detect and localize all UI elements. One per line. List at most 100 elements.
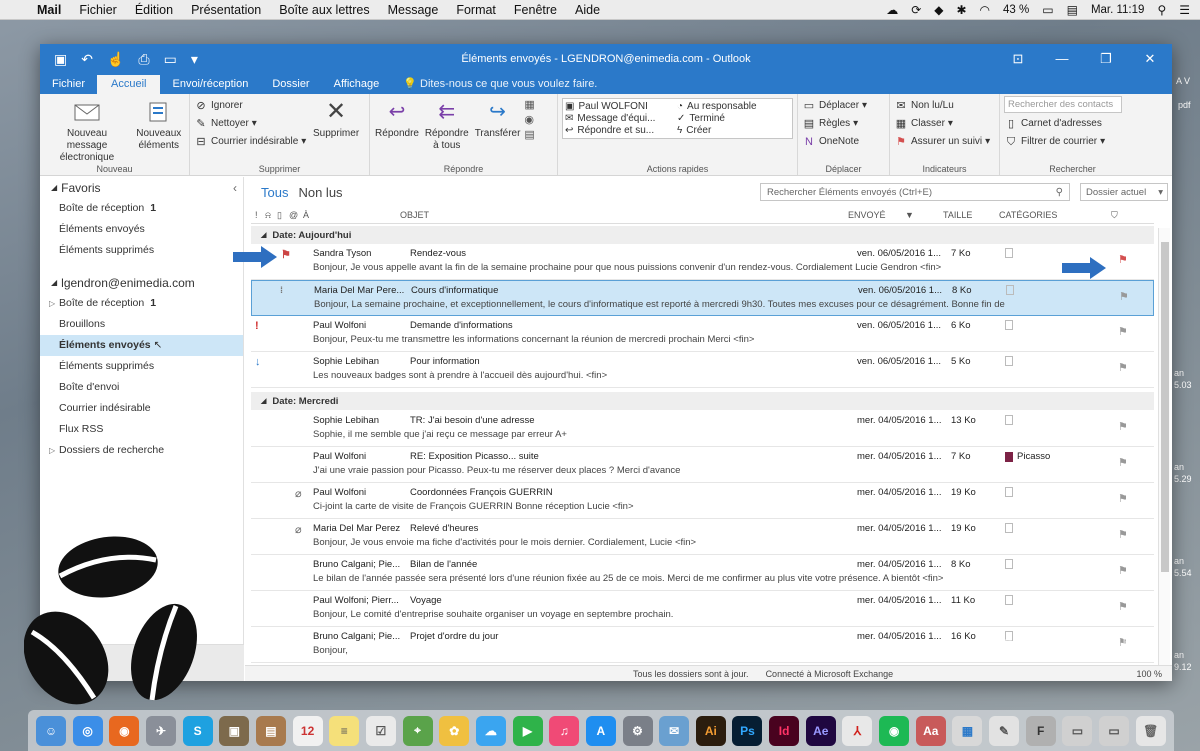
spotify-icon[interactable]: ◉ [879, 715, 910, 746]
window-icon[interactable]: ▭ [164, 51, 177, 68]
folder-drafts[interactable]: Brouillons [40, 314, 243, 335]
folder-search[interactable]: ▷ Dossiers de recherche [40, 440, 243, 461]
row-category[interactable] [1006, 285, 1106, 295]
row-category[interactable]: Picasso [1005, 451, 1105, 462]
dictionary-icon[interactable]: Aa [915, 715, 946, 746]
folder-fav-sent[interactable]: Éléments envoyés [40, 219, 243, 240]
tab-fichier[interactable]: Fichier [40, 75, 97, 94]
message-list-scrollbar[interactable] [1158, 228, 1170, 666]
collapse-pane-icon[interactable]: ‹ [233, 178, 243, 198]
indesign-icon[interactable]: Id [769, 715, 800, 746]
menu-edition[interactable]: Édition [126, 3, 182, 17]
addressbook-button[interactable]: ▯ Carnet d'adresses [1004, 116, 1105, 132]
reply-button[interactable]: ↩ Répondre [374, 96, 420, 142]
folder-fav-inbox[interactable]: Boîte de réception 1 [40, 198, 243, 219]
folder-deleted[interactable]: Éléments supprimés [40, 356, 243, 377]
quick-step-equipe[interactable]: ✉ Message d'équi... [565, 113, 675, 124]
fontbook-icon[interactable]: F [1025, 715, 1056, 746]
table-row[interactable]: Sophie Lebihan TR: J'ai besoin d'une adr… [251, 411, 1154, 447]
preview-icon[interactable]: ▣ [219, 715, 250, 746]
search-contacts-input[interactable]: Rechercher des contacts [1004, 96, 1122, 113]
row-category[interactable] [1005, 559, 1105, 569]
table-row[interactable]: ⚑ Sandra Tyson Rendez-vous ven. 06/05/20… [251, 244, 1154, 280]
restore-icon[interactable]: ❐ [1084, 51, 1128, 67]
table-row[interactable]: ⁞ Maria Del Mar Pere... Cours d'informat… [251, 280, 1154, 316]
screenshot-icon[interactable]: ▭ [1062, 715, 1093, 746]
reminders-icon[interactable]: ☑ [365, 715, 396, 746]
itunes-icon[interactable]: ♫ [549, 715, 580, 746]
tab-accueil[interactable]: Accueil [97, 75, 161, 94]
search-scope-dropdown[interactable]: Dossier actuel ▾ [1080, 183, 1168, 201]
attachment-col-icon[interactable]: @ [289, 210, 298, 220]
flag-filter-col-icon[interactable]: ⛉ [1111, 210, 1118, 221]
table-row[interactable]: ↓ Sophie Lebihan Pour information ven. 0… [251, 352, 1154, 388]
notification-center-icon[interactable]: ☰ [1179, 3, 1190, 17]
sync-icon[interactable]: ⟳ [911, 3, 921, 17]
messages-icon[interactable]: ☁ [475, 715, 506, 746]
row-category[interactable] [1005, 523, 1105, 533]
customize-qat-icon[interactable]: ▾ [191, 51, 198, 68]
quick-step-repondre[interactable]: ↩ Répondre et su... [565, 125, 675, 136]
system-preferences-icon[interactable]: ⚙ [622, 715, 653, 746]
move-button[interactable]: ▭ Déplacer ▾ [802, 98, 867, 114]
illustrator-icon[interactable]: Ai [695, 715, 726, 746]
table-row[interactable]: ! Paul Wolfoni Demande d'informations ve… [251, 316, 1154, 352]
photoshop-icon[interactable]: Ps [732, 715, 763, 746]
finder-icon[interactable]: ☺ [36, 715, 66, 746]
clean-button[interactable]: ✎ Nettoyer ▾ [194, 116, 306, 132]
ribbon-display-icon[interactable]: ⊡ [996, 51, 1040, 67]
row-category[interactable] [1005, 356, 1105, 366]
quick-step-creer[interactable]: ϟ Créer [677, 125, 781, 136]
account-header[interactable]: ◢ lgendron@enimedia.com [40, 273, 243, 293]
dropbox-icon[interactable]: ◆ [934, 3, 943, 17]
menu-message[interactable]: Message [379, 3, 448, 17]
onenote-button[interactable]: N OneNote [802, 134, 867, 150]
launchpad-icon[interactable]: ✈ [145, 715, 176, 746]
expand-icon[interactable]: ▷ [49, 440, 55, 461]
flag-icon[interactable]: ⚑ [1118, 528, 1128, 541]
folder-fav-deleted[interactable]: Éléments supprimés [40, 240, 243, 261]
mail-icon[interactable]: ✉ [659, 715, 690, 746]
unread-read-button[interactable]: ✉ Non lu/Lu [894, 98, 990, 114]
flag-icon[interactable]: ⚑ [1118, 420, 1128, 433]
row-category[interactable] [1005, 595, 1105, 605]
group-header-today[interactable]: ◢ Date: Aujourd'hui [251, 226, 1154, 244]
reply-all-button[interactable]: ⇇ Répondre à tous [423, 96, 471, 154]
table-row[interactable]: Paul Wolfoni; Pierr... Voyage mer. 04/05… [251, 591, 1154, 627]
expand-icon[interactable]: ▷ [49, 293, 55, 314]
clock[interactable]: Mar. 11:19 [1091, 4, 1145, 16]
close-icon[interactable]: ✕ [1128, 51, 1172, 67]
spotlight-icon[interactable]: ⚲ [1157, 3, 1166, 17]
meeting-reply-icon[interactable]: ▦ [524, 98, 534, 111]
tab-dossier[interactable]: Dossier [260, 75, 321, 94]
more-reply-icon[interactable]: ▤ [524, 128, 534, 141]
reminder-col-icon[interactable]: ⍾ [265, 210, 271, 221]
scrollbar-thumb[interactable] [1161, 242, 1169, 572]
tab-affichage[interactable]: Affichage [322, 75, 392, 94]
notes-icon[interactable]: ≡ [329, 715, 360, 746]
folder-inbox[interactable]: ▷ Boîte de réception 1 [40, 293, 243, 314]
table-row[interactable]: ⌀ Paul Wolfoni Coordonnées François GUER… [251, 483, 1154, 519]
favorites-header[interactable]: ◢ Favoris ‹ [40, 178, 243, 198]
photos-icon[interactable]: ✿ [439, 715, 470, 746]
wifi-icon[interactable]: ◠ [980, 3, 990, 17]
forward-button[interactable]: ↪ Transférer [474, 96, 522, 142]
tab-envoi-reception[interactable]: Envoi/réception [160, 75, 260, 94]
group-header-wednesday[interactable]: ◢ Date: Mercredi [251, 392, 1154, 410]
folder-junk[interactable]: Courrier indésirable [40, 398, 243, 419]
doc-col-icon[interactable]: ▯ [277, 210, 282, 221]
delete-button[interactable]: ✕ Supprimer [311, 96, 361, 142]
column-size[interactable]: TAILLE [943, 210, 972, 220]
table-row[interactable]: Bruno Calgani; Pie... Bilan de l'année m… [251, 555, 1154, 591]
menu-presentation[interactable]: Présentation [182, 3, 270, 17]
column-sent[interactable]: ENVOYÉ [848, 210, 886, 220]
maps-icon[interactable]: ⌖ [402, 715, 433, 746]
menu-fichier[interactable]: Fichier [70, 3, 126, 17]
column-categories[interactable]: CATÉGORIES [999, 210, 1057, 220]
menu-format[interactable]: Format [447, 3, 505, 17]
classify-button[interactable]: ▦ Classer ▾ [894, 116, 990, 132]
textedit-icon[interactable]: ✎ [989, 715, 1020, 746]
filter-unread-tab[interactable]: Non lus [298, 185, 342, 200]
flag-icon[interactable]: ⚑ [1118, 600, 1128, 613]
flag-icon[interactable]: ⚑ [1118, 325, 1128, 338]
